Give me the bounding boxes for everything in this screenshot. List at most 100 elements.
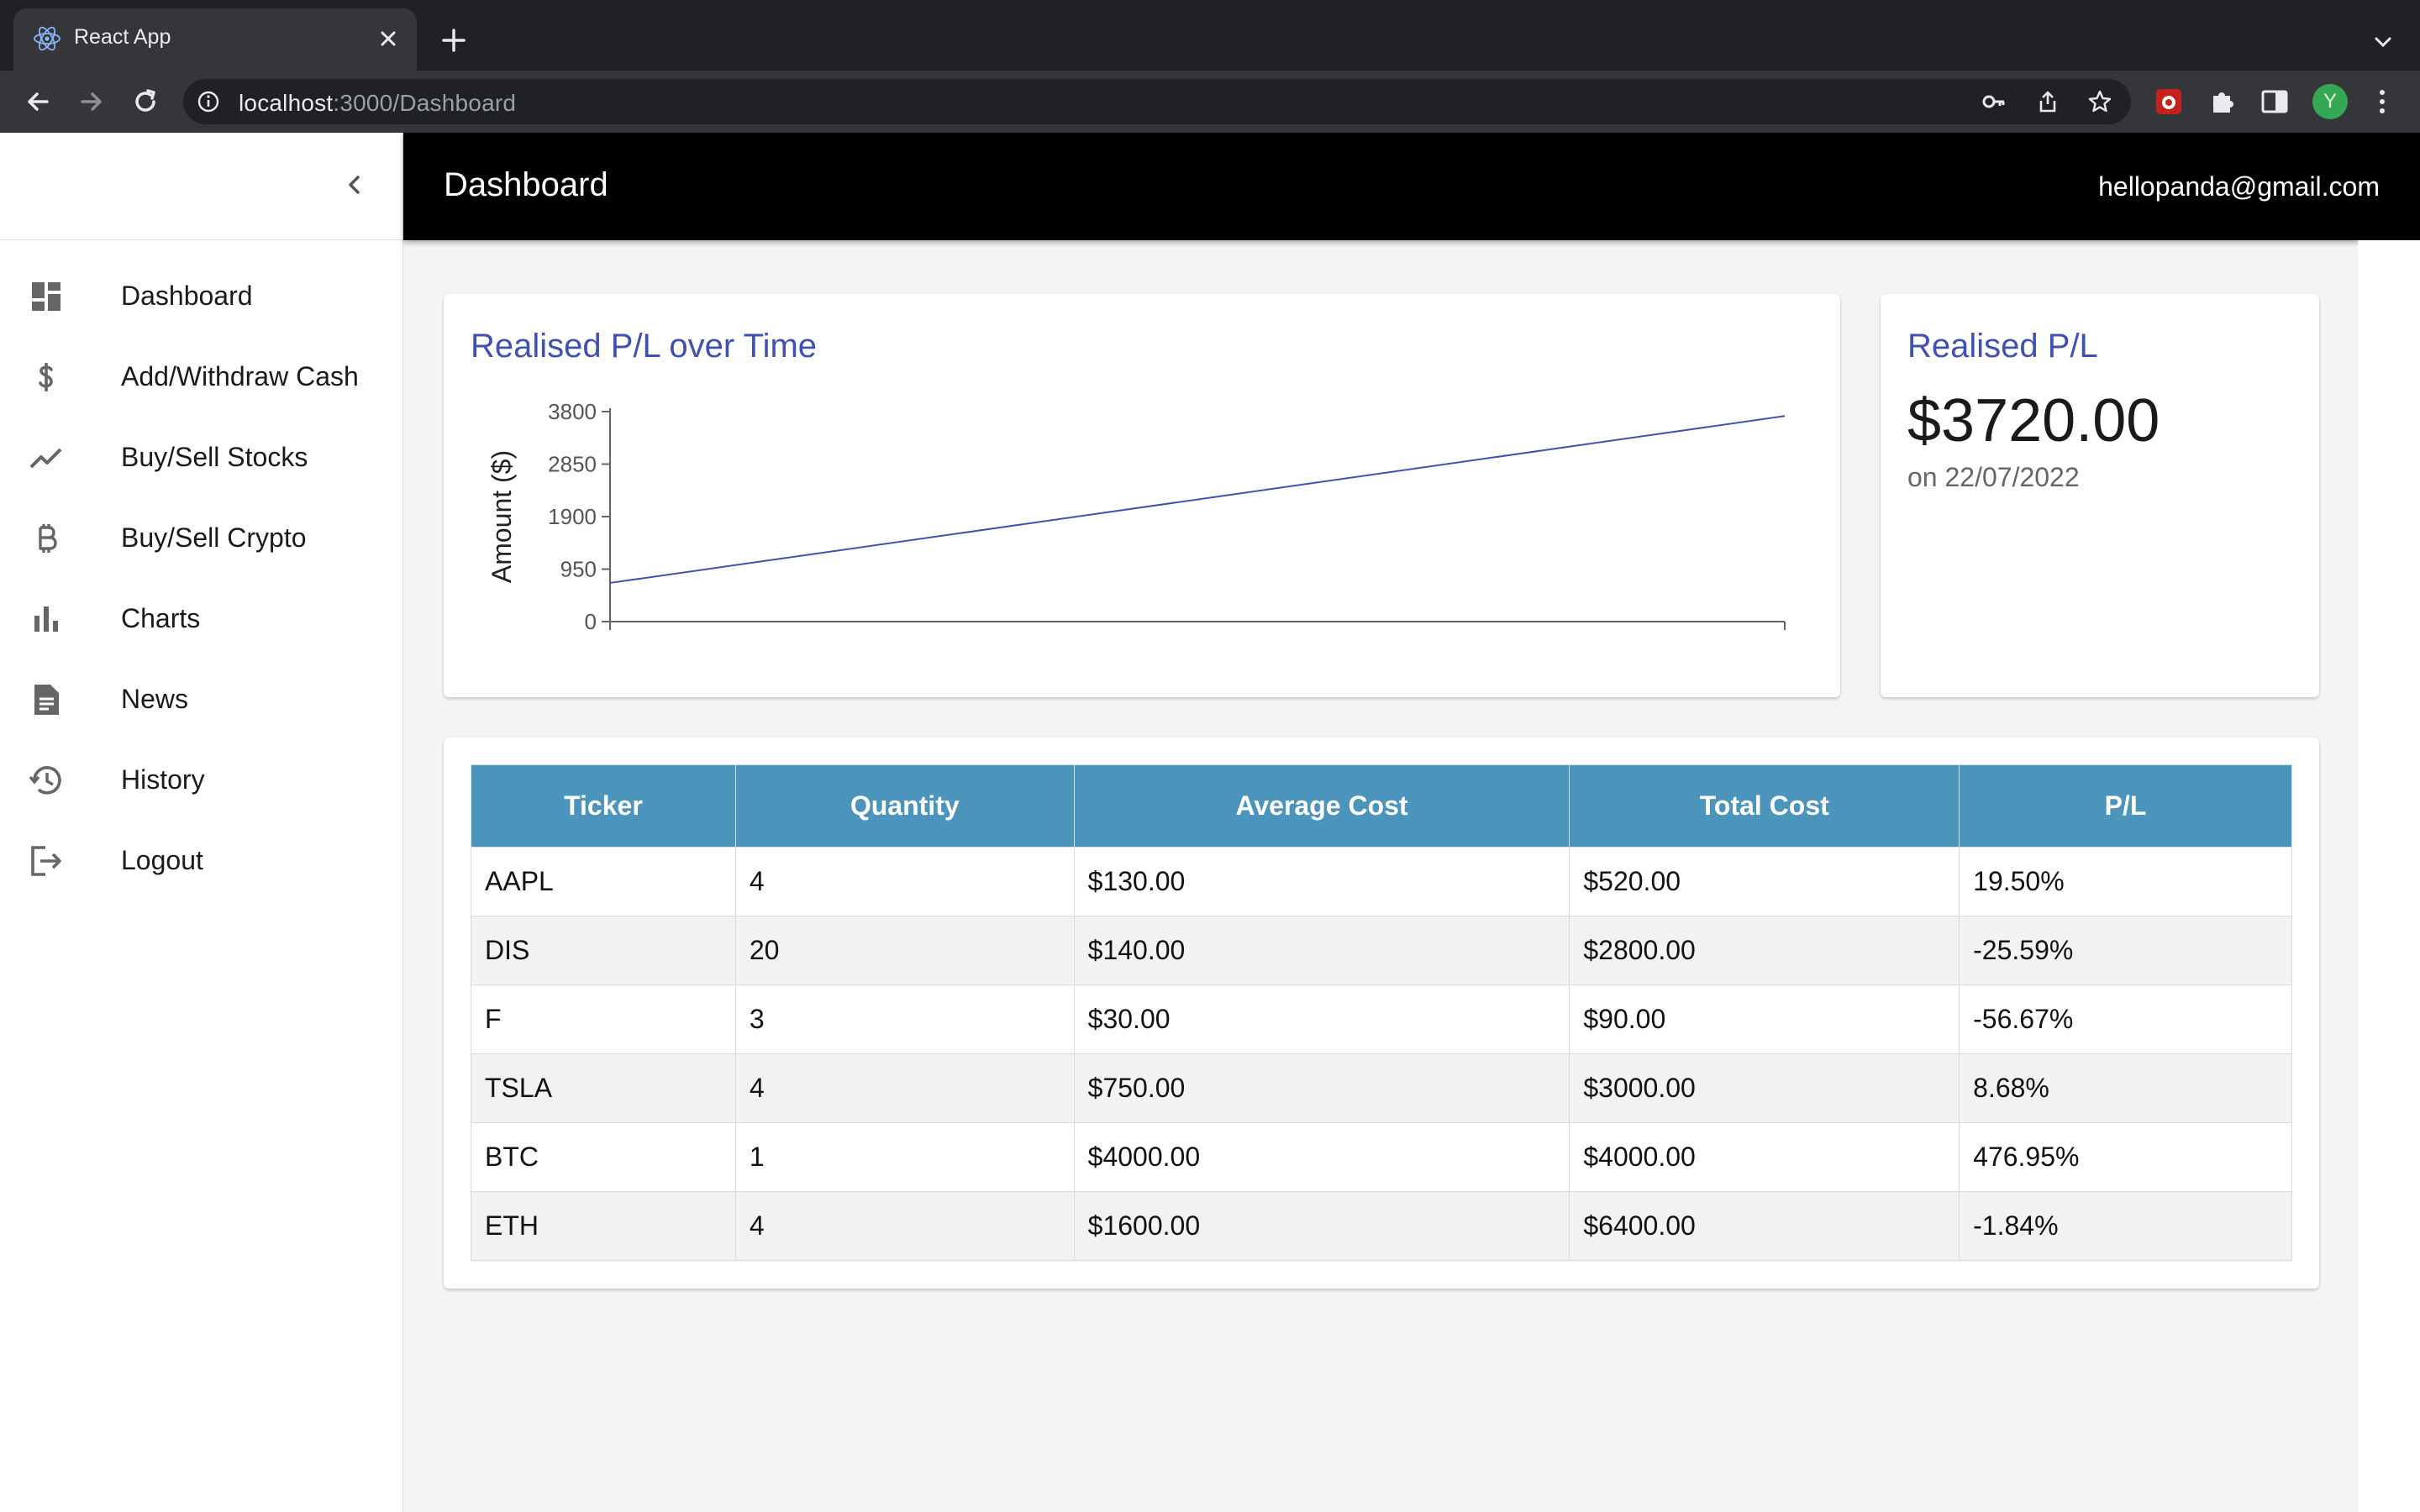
dashboard-icon [32, 282, 60, 311]
cell-total-cost: $90.00 [1569, 984, 1960, 1054]
cell-quantity: 3 [734, 984, 1075, 1054]
close-tab-icon[interactable] [375, 25, 402, 52]
sidebar-item-label: Dashboard [121, 281, 253, 311]
y-tick-label: 1900 [548, 504, 597, 529]
y-tick-label: 2850 [548, 452, 597, 477]
cell-pl: 8.68% [1959, 1053, 2292, 1123]
table-header-row: Ticker Quantity Average Cost Total Cost … [471, 764, 2292, 848]
sidebar-item-charts[interactable]: Charts [0, 578, 402, 659]
cell-ticker: AAPL [471, 847, 736, 916]
y-tick-label: 0 [585, 609, 597, 634]
chevron-left-icon[interactable] [339, 170, 370, 200]
cell-ticker: DIS [471, 916, 736, 985]
y-axis-label: Amount ($) [487, 450, 517, 583]
sidebar-item-label: History [121, 764, 205, 795]
browser-tab[interactable]: React App [13, 8, 417, 71]
table-row: TSLA 4 $750.00 $3000.00 8.68% [471, 1053, 2292, 1123]
reload-icon[interactable] [129, 86, 161, 118]
extension-icon[interactable] [2153, 86, 2185, 118]
cell-quantity: 4 [734, 847, 1075, 916]
side-panel-icon[interactable] [2259, 86, 2291, 118]
trending-up-icon [29, 448, 62, 469]
info-icon[interactable] [197, 90, 220, 113]
back-icon[interactable] [22, 86, 54, 118]
table-row: BTC 1 $4000.00 $4000.00 476.95% [471, 1122, 2292, 1192]
sidebar-item-add-withdraw-cash[interactable]: Add/Withdraw Cash [0, 336, 402, 417]
sidebar-item-label: News [121, 684, 189, 714]
summary-title: Realised P/L [1907, 328, 2098, 365]
cell-average-cost: $130.00 [1073, 847, 1570, 916]
sidebar-item-label: Add/Withdraw Cash [121, 361, 359, 391]
holdings-card: Ticker Quantity Average Cost Total Cost … [444, 738, 2319, 1289]
user-email: hellopanda@gmail.com [2098, 171, 2380, 202]
cell-average-cost: $4000.00 [1073, 1122, 1570, 1192]
share-icon[interactable] [2035, 89, 2060, 114]
cell-quantity: 20 [734, 916, 1075, 985]
page-title: Dashboard [444, 166, 608, 203]
sidebar-item-logout[interactable]: Logout [0, 820, 402, 900]
realised-pl-value: $3720.00 [1907, 387, 2160, 454]
browser-tabstrip: React App [0, 0, 2420, 71]
profile-avatar[interactable]: Y [2312, 84, 2348, 119]
column-header-average-cost[interactable]: Average Cost [1073, 764, 1570, 848]
cell-quantity: 4 [734, 1191, 1075, 1261]
dollar-icon [39, 363, 53, 391]
cell-total-cost: $3000.00 [1569, 1053, 1960, 1123]
app-header: Dashboard hellopanda@gmail.com [403, 133, 2420, 240]
history-icon [29, 766, 61, 795]
sidebar: Dashboard Add/Withdraw Cash Buy/Sell Sto… [0, 133, 403, 1512]
cell-quantity: 4 [734, 1053, 1075, 1123]
sidebar-item-news[interactable]: News [0, 659, 402, 739]
cell-pl: -56.67% [1959, 984, 2292, 1054]
sidebar-item-label: Buy/Sell Crypto [121, 522, 307, 553]
pl-series-line [609, 415, 1786, 584]
cell-pl: -1.84% [1959, 1191, 2292, 1261]
bookmark-star-icon[interactable] [2087, 89, 2112, 114]
cell-total-cost: $4000.00 [1569, 1122, 1960, 1192]
column-header-ticker[interactable]: Ticker [471, 764, 736, 848]
cell-quantity: 1 [734, 1122, 1075, 1192]
key-icon[interactable] [1981, 89, 2007, 114]
sidebar-item-label: Charts [121, 603, 201, 633]
holdings-table: Ticker Quantity Average Cost Total Cost … [471, 764, 2292, 1261]
tab-title: React App [74, 25, 171, 49]
cell-total-cost: $2800.00 [1569, 916, 1960, 985]
cell-total-cost: $6400.00 [1569, 1191, 1960, 1261]
forward-icon[interactable] [76, 86, 108, 118]
cell-ticker: F [471, 984, 736, 1054]
cell-average-cost: $30.00 [1073, 984, 1570, 1054]
realised-pl-card: Realised P/L $3720.00 on 22/07/2022 [1881, 294, 2319, 697]
column-header-quantity[interactable]: Quantity [734, 764, 1075, 848]
new-tab-icon[interactable] [439, 25, 469, 55]
url-text: localhost:3000/Dashboard [239, 90, 517, 116]
cell-pl: 476.95% [1959, 1122, 2292, 1192]
more-vert-icon[interactable] [2366, 86, 2398, 118]
bitcoin-icon [39, 524, 57, 553]
right-panel [2358, 240, 2420, 1512]
address-bar[interactable]: localhost:3000/Dashboard [183, 79, 2131, 124]
table-row: DIS 20 $140.00 $2800.00 -25.59% [471, 916, 2292, 985]
cell-average-cost: $750.00 [1073, 1053, 1570, 1123]
holdings-body: AAPL 4 $130.00 $520.00 19.50% DIS 20 $140.00 $28… [471, 847, 2292, 1261]
puzzle-extensions-icon[interactable] [2207, 86, 2238, 118]
sidebar-item-label: Logout [121, 845, 203, 875]
cell-ticker: TSLA [471, 1053, 736, 1123]
table-row: ETH 4 $1600.00 $6400.00 -1.84% [471, 1191, 2292, 1261]
sidebar-item-buy-sell-stocks[interactable]: Buy/Sell Stocks [0, 417, 402, 497]
realised-pl-date: on 22/07/2022 [1907, 462, 2080, 492]
column-header-pl[interactable]: P/L [1959, 764, 2292, 848]
table-row: AAPL 4 $130.00 $520.00 19.50% [471, 847, 2292, 916]
pl-line-chart: 0 950 1900 2850 3800 Amount ($) [487, 399, 1786, 634]
cell-pl: 19.50% [1959, 847, 2292, 916]
chevron-down-icon[interactable] [2370, 29, 2396, 55]
column-header-total-cost[interactable]: Total Cost [1569, 764, 1960, 848]
sidebar-item-buy-sell-crypto[interactable]: Buy/Sell Crypto [0, 497, 402, 578]
cell-pl: -25.59% [1959, 916, 2292, 985]
cell-total-cost: $520.00 [1569, 847, 1960, 916]
pl-chart-card: Realised P/L over Time 0 950 1900 2850 3800 … [444, 294, 1840, 697]
article-icon [34, 685, 59, 715]
sidebar-item-dashboard[interactable]: Dashboard [0, 255, 402, 336]
cell-average-cost: $1600.00 [1073, 1191, 1570, 1261]
cell-ticker: ETH [471, 1191, 736, 1261]
sidebar-item-history[interactable]: History [0, 739, 402, 820]
